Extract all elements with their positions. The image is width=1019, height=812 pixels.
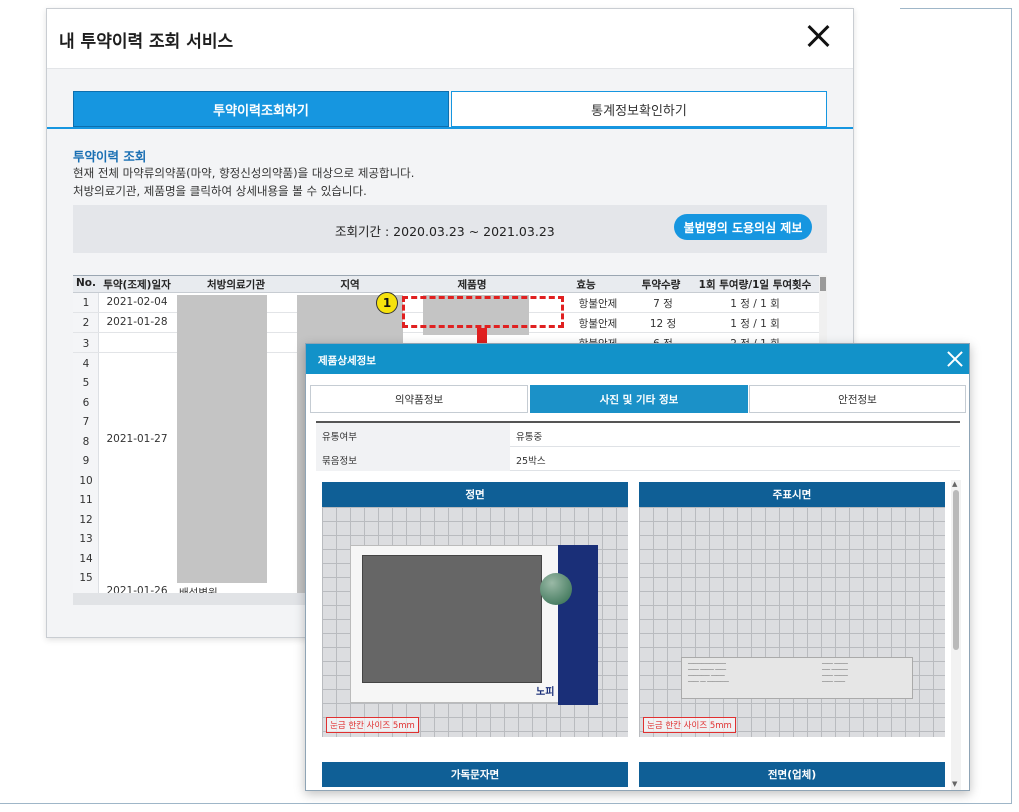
scale-label: 눈금 한칸 사이즈 5mm — [326, 717, 419, 733]
tab-medication-history[interactable]: 투약이력조회하기 — [73, 91, 449, 127]
cell-effect: 항불안제 — [578, 318, 618, 330]
page-border-bottom — [0, 803, 1012, 804]
report-identity-theft-button[interactable]: 불법명의 도용의심 제보 — [674, 214, 812, 240]
column-header-dose: 1회 투여량/1일 투여횟수 — [698, 279, 812, 291]
detail-title: 제품상세정보 — [318, 355, 376, 367]
row-number: 13 — [79, 533, 93, 545]
description-line: 현재 전체 마약류의약품(마약, 향정신성의약품)을 대상으로 제공합니다. — [73, 166, 415, 180]
cell-quantity: 12 정 — [649, 318, 677, 330]
image-caption-readable: 가독문자면 — [322, 762, 628, 787]
scroll-down-icon[interactable]: ▼ — [952, 780, 957, 788]
row-number: 9 — [82, 455, 90, 467]
search-period: 조회기간 : 2020.03.23 ~ 2021.03.23 — [335, 224, 555, 239]
row-number: 4 — [82, 358, 90, 370]
page-border-top — [900, 8, 1012, 9]
column-header-effect: 효능 — [576, 279, 596, 291]
row-number: 11 — [79, 494, 93, 506]
tab-statistics[interactable]: 통계정보확인하기 — [451, 91, 827, 127]
cell-date: 2021-02-04 — [106, 296, 168, 308]
info-label: 묶음정보 — [316, 447, 510, 471]
tab-underline — [47, 127, 853, 129]
table-header: No. 투약(조제)일자 처방의료기관 지역 제품명 효능 투약수량 1회 투여… — [73, 275, 819, 293]
section-title: 투약이력 조회 — [73, 149, 147, 164]
step-badge: 1 — [376, 292, 398, 314]
product-box-side: ────────────── ──── ───── ──── ──────── ──… — [681, 657, 913, 699]
row-number: 12 — [79, 514, 93, 526]
cell-effect: 항불안제 — [578, 298, 618, 310]
cell-dose: 1 정 / 1 회 — [730, 318, 780, 330]
row-number: 5 — [82, 377, 90, 389]
image-caption: 정면 — [322, 482, 628, 507]
box-fine-print: ──── ───── ─── ────── ──── ───── ──── ──── — [822, 662, 848, 685]
modal-title: 내 투약이력 조회 서비스 — [59, 32, 234, 52]
product-photo-main-label[interactable]: ────────────── ──── ───── ──── ──────── ──… — [639, 507, 945, 737]
image-caption: 주표시면 — [639, 482, 945, 507]
scrollbar-thumb[interactable] — [953, 490, 959, 650]
tab-drug-info[interactable]: 의약품정보 — [310, 385, 528, 413]
redacted-label — [362, 555, 542, 683]
cell-date: 2021-01-28 — [106, 316, 168, 328]
image-card-main-label: 주표시면 ────────────── ──── ───── ──── ──────… — [639, 482, 945, 738]
row-number: 6 — [82, 397, 90, 409]
column-header-quantity: 투약수량 — [641, 279, 681, 291]
tab-safety-info[interactable]: 안전정보 — [749, 385, 966, 413]
column-header-date: 투약(조제)일자 — [103, 279, 171, 291]
period-panel: 조회기간 : 2020.03.23 ~ 2021.03.23 불법명의 도용의심… — [73, 205, 827, 253]
detail-header: 제품상세정보 — [306, 344, 969, 374]
close-icon[interactable] — [944, 348, 966, 370]
info-row-distribution: 유통여부 유통중 — [316, 423, 960, 447]
row-number: 8 — [82, 436, 90, 448]
row-number: 14 — [79, 553, 93, 565]
box-logo: 노피 — [536, 687, 555, 698]
close-icon[interactable] — [803, 21, 833, 51]
column-header-no: No. — [76, 277, 96, 289]
scroll-up-icon[interactable]: ▲ — [952, 480, 957, 488]
info-value: 유통중 — [516, 432, 543, 443]
info-label: 유통여부 — [316, 423, 510, 447]
modal-header: 내 투약이력 조회 서비스 — [47, 9, 853, 69]
main-tabs: 투약이력조회하기 통계정보확인하기 — [73, 91, 827, 127]
column-header-hospital: 처방의료기관 — [207, 279, 265, 291]
product-highlight-box — [402, 296, 564, 328]
detail-scrollbar[interactable]: ▲ ▼ — [951, 480, 961, 790]
column-header-product: 제품명 — [457, 279, 487, 291]
box-fine-print: ────────────── ──── ───── ──── ──────── ──… — [688, 662, 729, 685]
image-card-front: 정면 노피 눈금 한칸 사이즈 5mm — [322, 482, 628, 738]
box-emblem-icon — [540, 573, 572, 605]
info-row-bundle: 묶음정보 25박스 — [316, 447, 960, 471]
row-number: 10 — [79, 475, 93, 487]
image-caption-front-company: 전면(업체) — [639, 762, 945, 787]
scale-label: 눈금 한칸 사이즈 5mm — [643, 717, 736, 733]
product-photo-front[interactable]: 노피 눈금 한칸 사이즈 5mm — [322, 507, 628, 737]
tab-photos-other[interactable]: 사진 및 기타 정보 — [530, 385, 748, 413]
product-detail-modal: 제품상세정보 의약품정보 사진 및 기타 정보 안전정보 유통여부 유통중 묶음… — [305, 343, 970, 791]
redacted-hospital — [177, 295, 267, 583]
description-line: 처방의료기관, 제품명을 클릭하여 상세내용을 볼 수 있습니다. — [73, 184, 367, 198]
page-border-right — [1011, 8, 1012, 804]
cell-dose: 1 정 / 1 회 — [730, 298, 780, 310]
box-stripe — [558, 545, 598, 705]
cell-date-merged: 2021-01-27 — [106, 433, 168, 445]
info-value: 25박스 — [516, 456, 546, 467]
row-number: 7 — [82, 416, 90, 428]
row-number: 15 — [79, 572, 93, 584]
scrollbar-thumb[interactable] — [820, 277, 826, 291]
screenshot-frame: 내 투약이력 조회 서비스 투약이력조회하기 통계정보확인하기 투약이력 조회 … — [0, 0, 1019, 812]
column-header-region: 지역 — [340, 279, 360, 291]
cell-quantity: 7 정 — [653, 298, 673, 310]
